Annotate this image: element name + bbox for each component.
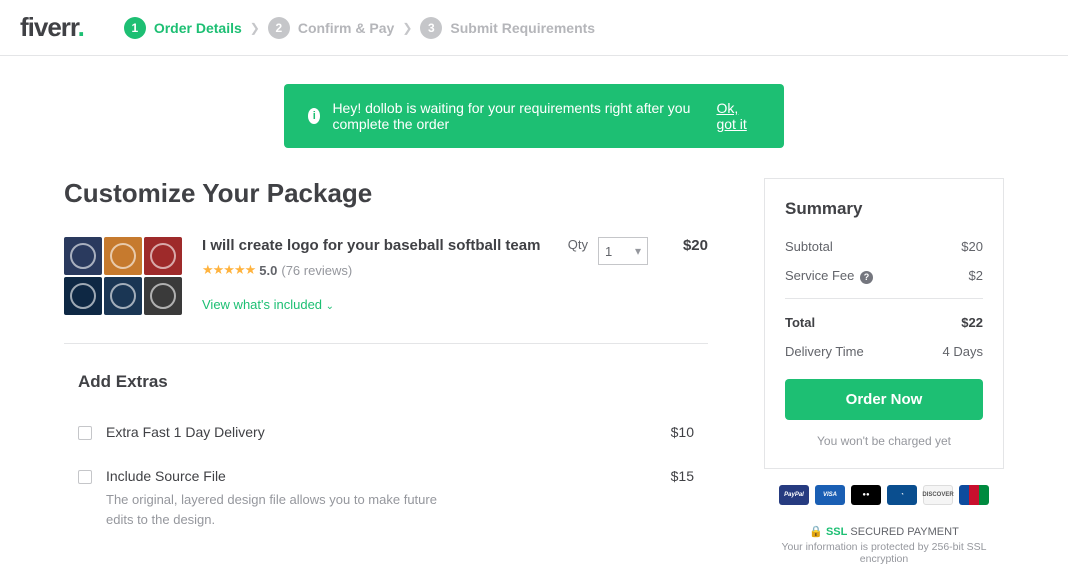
gig-row: I will create logo for your baseball sof… bbox=[64, 237, 708, 344]
jcb-icon bbox=[959, 485, 989, 505]
order-now-button[interactable]: Order Now bbox=[785, 379, 983, 420]
extra-name: Include Source File bbox=[106, 468, 640, 484]
paypal-icon: PayPal bbox=[779, 485, 809, 505]
total-value: $22 bbox=[961, 315, 983, 330]
whats-included-link[interactable]: View what's included ⌄ bbox=[202, 297, 334, 312]
thumbnail-image bbox=[104, 237, 142, 275]
diners-icon: ◔ bbox=[887, 485, 917, 505]
gig-title: I will create logo for your baseball sof… bbox=[202, 237, 548, 254]
star-icon: ★★★★★ bbox=[202, 262, 255, 278]
banner-text: Hey! dollob is waiting for your requirem… bbox=[332, 100, 704, 132]
mastercard-icon: ●● bbox=[851, 485, 881, 505]
extra-description: The original, layered design file allows… bbox=[106, 490, 466, 529]
extras-heading: Add Extras bbox=[64, 372, 708, 392]
chevron-right-icon: ❯ bbox=[250, 21, 260, 35]
ssl-badge: 🔒 SSL SECURED PAYMENT bbox=[764, 525, 1004, 538]
extra-price: $15 bbox=[654, 468, 694, 484]
gig-thumbnails bbox=[64, 237, 182, 315]
visa-icon: VISA bbox=[815, 485, 845, 505]
step-number: 2 bbox=[268, 17, 290, 39]
checkout-steps: 1 Order Details ❯ 2 Confirm & Pay ❯ 3 Su… bbox=[124, 17, 595, 39]
thumbnail-image bbox=[104, 277, 142, 315]
payment-methods: PayPal VISA ●● ◔ DISCOVER bbox=[764, 485, 1004, 505]
qty-select[interactable]: 1 bbox=[598, 237, 648, 265]
rating-value: 5.0 bbox=[259, 263, 277, 278]
qty-label: Qty bbox=[568, 237, 588, 252]
thumbnail-image bbox=[64, 277, 102, 315]
summary-title: Summary bbox=[785, 199, 983, 219]
discover-icon: DISCOVER bbox=[923, 485, 953, 505]
total-label: Total bbox=[785, 315, 815, 330]
extra-checkbox[interactable] bbox=[78, 426, 92, 440]
step-label: Submit Requirements bbox=[450, 20, 595, 36]
lock-icon: 🔒 bbox=[809, 526, 823, 538]
delivery-label: Delivery Time bbox=[785, 344, 864, 359]
chevron-down-icon: ⌄ bbox=[326, 301, 334, 312]
fee-value: $2 bbox=[969, 268, 983, 284]
extra-name: Extra Fast 1 Day Delivery bbox=[106, 424, 640, 440]
page-title: Customize Your Package bbox=[64, 178, 708, 209]
gig-price: $20 bbox=[668, 237, 708, 315]
step-order-details[interactable]: 1 Order Details bbox=[124, 17, 242, 39]
order-summary: Summary Subtotal $20 Service Fee ? $2 To… bbox=[764, 178, 1004, 469]
review-count: (76 reviews) bbox=[281, 263, 352, 278]
step-number: 3 bbox=[420, 17, 442, 39]
gig-rating: ★★★★★ 5.0 (76 reviews) bbox=[202, 262, 548, 278]
fee-label: Service Fee ? bbox=[785, 268, 873, 284]
chevron-right-icon: ❯ bbox=[402, 21, 412, 35]
banner-dismiss-link[interactable]: Ok, got it bbox=[716, 100, 760, 132]
step-label: Confirm & Pay bbox=[298, 20, 394, 36]
step-number: 1 bbox=[124, 17, 146, 39]
ssl-subtext: Your information is protected by 256-bit… bbox=[764, 541, 1004, 565]
extra-row: Include Source File The original, layere… bbox=[64, 454, 708, 543]
delivery-value: 4 Days bbox=[943, 344, 983, 359]
step-submit-requirements: 3 Submit Requirements bbox=[420, 17, 595, 39]
thumbnail-image bbox=[144, 237, 182, 275]
help-icon[interactable]: ? bbox=[860, 271, 873, 284]
thumbnail-image bbox=[64, 237, 102, 275]
extra-checkbox[interactable] bbox=[78, 470, 92, 484]
charge-note: You won't be charged yet bbox=[785, 434, 983, 448]
step-confirm-pay: 2 Confirm & Pay bbox=[268, 17, 394, 39]
info-icon: i bbox=[308, 108, 320, 124]
brand-logo[interactable]: fiverr. bbox=[20, 12, 84, 43]
extra-row: Extra Fast 1 Day Delivery $10 bbox=[64, 410, 708, 454]
thumbnail-image bbox=[144, 277, 182, 315]
subtotal-value: $20 bbox=[961, 239, 983, 254]
extra-price: $10 bbox=[654, 424, 694, 440]
subtotal-label: Subtotal bbox=[785, 239, 833, 254]
info-banner: i Hey! dollob is waiting for your requir… bbox=[284, 84, 784, 148]
step-label: Order Details bbox=[154, 20, 242, 36]
